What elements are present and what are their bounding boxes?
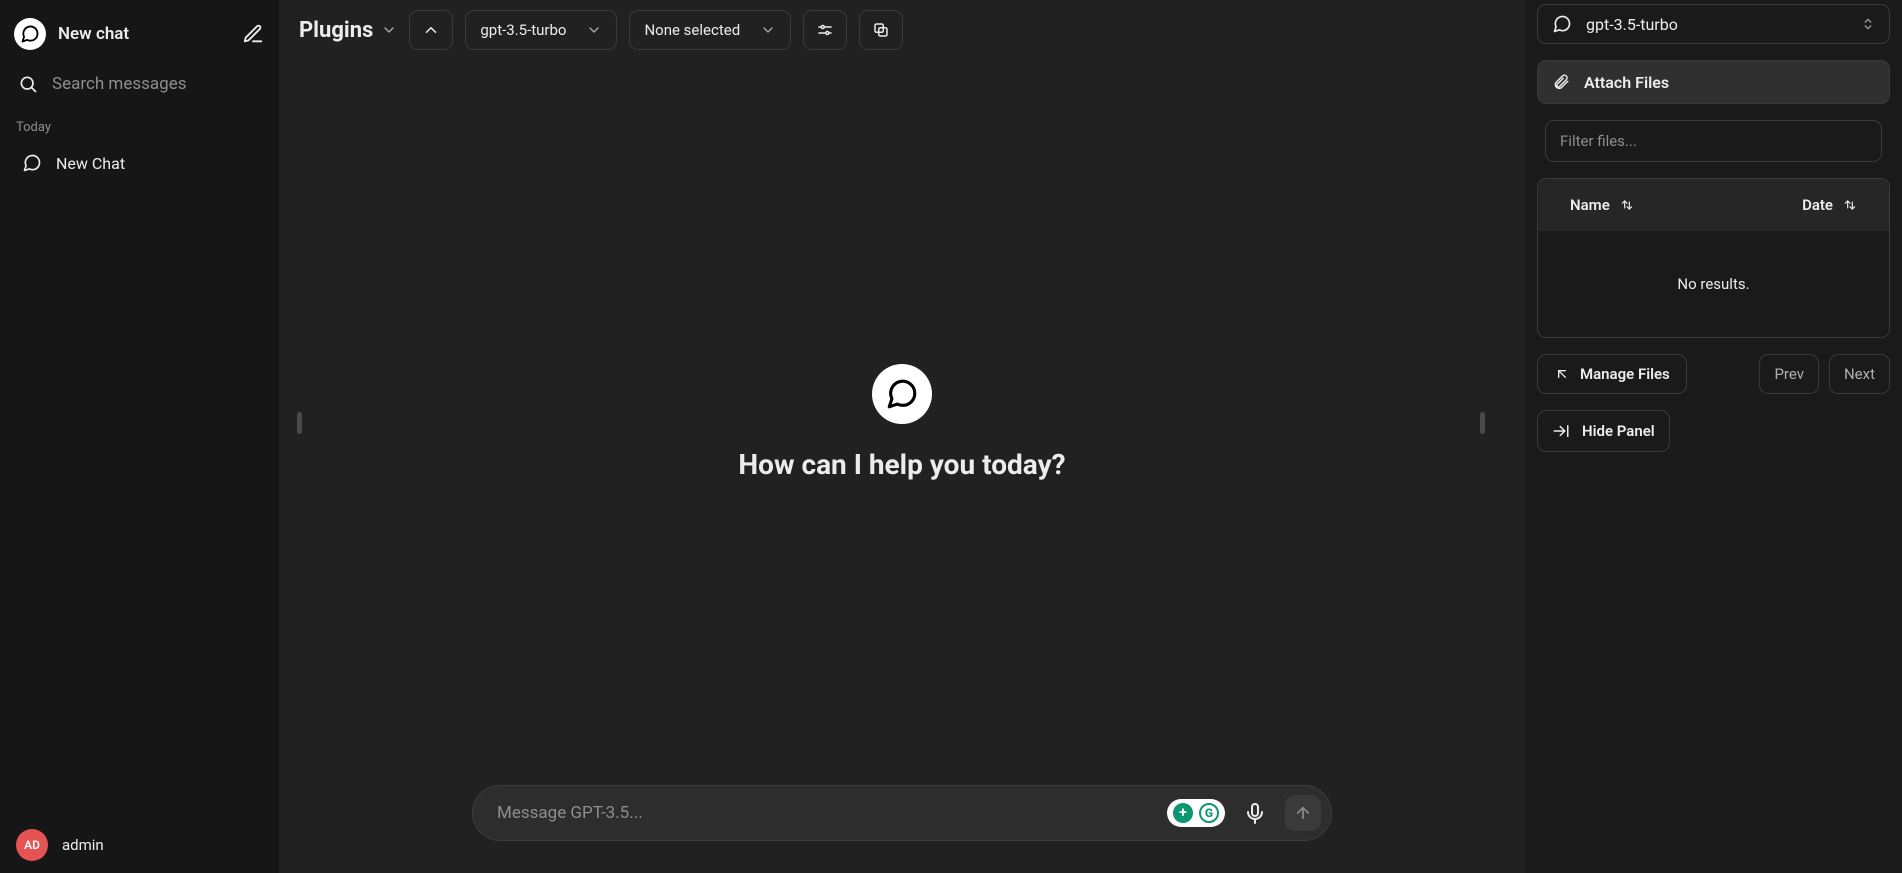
sidebar-title: New chat	[58, 24, 229, 44]
sort-icon	[1843, 198, 1857, 212]
sidebar-footer[interactable]: AD admin	[0, 821, 279, 869]
grammarly-icon: G	[1199, 803, 1219, 823]
plugin-selector[interactable]: None selected	[629, 10, 791, 50]
endpoint-label: Plugins	[299, 18, 373, 43]
chevrons-up-down-icon	[1861, 17, 1875, 31]
user-name: admin	[62, 836, 104, 854]
collapse-header-button[interactable]	[409, 10, 453, 50]
chat-bubble-icon	[22, 153, 42, 173]
copy-icon	[872, 21, 890, 39]
sort-icon	[1620, 198, 1634, 212]
extension-pill[interactable]: + G	[1167, 799, 1225, 827]
new-chat-button[interactable]	[241, 22, 265, 46]
history-section-today: Today	[0, 104, 279, 143]
edit-icon	[242, 23, 264, 45]
plugin-selector-label: None selected	[644, 21, 740, 39]
shield-plus-icon: +	[1173, 803, 1193, 823]
prev-button[interactable]: Prev	[1759, 354, 1819, 394]
history-item-label: New Chat	[56, 154, 125, 173]
search-messages[interactable]: Search messages	[0, 64, 279, 104]
files-pagination: Manage Files Prev Next	[1537, 354, 1890, 394]
arrow-right-to-line-icon	[1552, 422, 1570, 440]
voice-input-button[interactable]	[1235, 793, 1275, 833]
main: Plugins gpt-3.5-turbo None selected How …	[279, 0, 1525, 873]
panel-model-name: gpt-3.5-turbo	[1586, 15, 1847, 34]
chevron-down-icon	[381, 22, 397, 38]
arrow-up-left-icon	[1554, 366, 1570, 382]
chat-bubble-icon	[885, 377, 919, 411]
message-input[interactable]	[495, 802, 1157, 824]
chat-bubble-icon	[20, 24, 40, 44]
composer-area: + G	[279, 785, 1525, 873]
topbar: Plugins gpt-3.5-turbo None selected	[279, 0, 1525, 60]
model-selector-label: gpt-3.5-turbo	[480, 21, 566, 39]
column-date[interactable]: Date	[1802, 196, 1857, 214]
sidebar: New chat Search messages Today New Chat …	[0, 0, 279, 873]
files-empty-state: No results.	[1538, 231, 1889, 337]
paperclip-icon	[1552, 73, 1570, 91]
app-logo[interactable]	[14, 18, 46, 50]
presets-button[interactable]	[859, 10, 903, 50]
panel-model-selector[interactable]: gpt-3.5-turbo	[1537, 4, 1890, 44]
chevron-up-icon	[422, 21, 440, 39]
next-button[interactable]: Next	[1829, 354, 1890, 394]
chat-content: How can I help you today?	[279, 60, 1525, 785]
user-avatar: AD	[16, 829, 48, 861]
history-item[interactable]: New Chat	[6, 143, 273, 183]
chevron-down-icon	[586, 22, 602, 38]
composer[interactable]: + G	[472, 785, 1332, 841]
manage-files-button[interactable]: Manage Files	[1537, 354, 1687, 394]
microphone-icon	[1243, 801, 1267, 825]
column-name[interactable]: Name	[1570, 196, 1802, 214]
chat-bubble-icon	[1552, 14, 1572, 34]
arrow-up-icon	[1294, 804, 1312, 822]
filter-files-input[interactable]	[1545, 120, 1882, 162]
send-button[interactable]	[1285, 795, 1321, 831]
resize-handle-right[interactable]	[1480, 412, 1485, 434]
sidebar-header: New chat	[0, 12, 279, 64]
hide-panel-button[interactable]: Hide Panel	[1537, 410, 1670, 452]
attach-files-header[interactable]: Attach Files	[1537, 60, 1890, 104]
files-table: Name Date No results.	[1537, 178, 1890, 338]
search-placeholder: Search messages	[52, 74, 187, 94]
right-panel: gpt-3.5-turbo Attach Files Name Date No …	[1525, 0, 1902, 873]
sliders-icon	[816, 21, 834, 39]
endpoint-selector[interactable]: Plugins	[299, 18, 397, 43]
attach-files-label: Attach Files	[1584, 73, 1669, 92]
chevron-down-icon	[760, 22, 776, 38]
settings-button[interactable]	[803, 10, 847, 50]
resize-handle-left[interactable]	[297, 412, 302, 434]
model-selector[interactable]: gpt-3.5-turbo	[465, 10, 617, 50]
files-table-header: Name Date	[1538, 179, 1889, 231]
splash-title: How can I help you today?	[738, 448, 1065, 481]
splash-logo	[872, 364, 932, 424]
search-icon	[18, 74, 38, 94]
